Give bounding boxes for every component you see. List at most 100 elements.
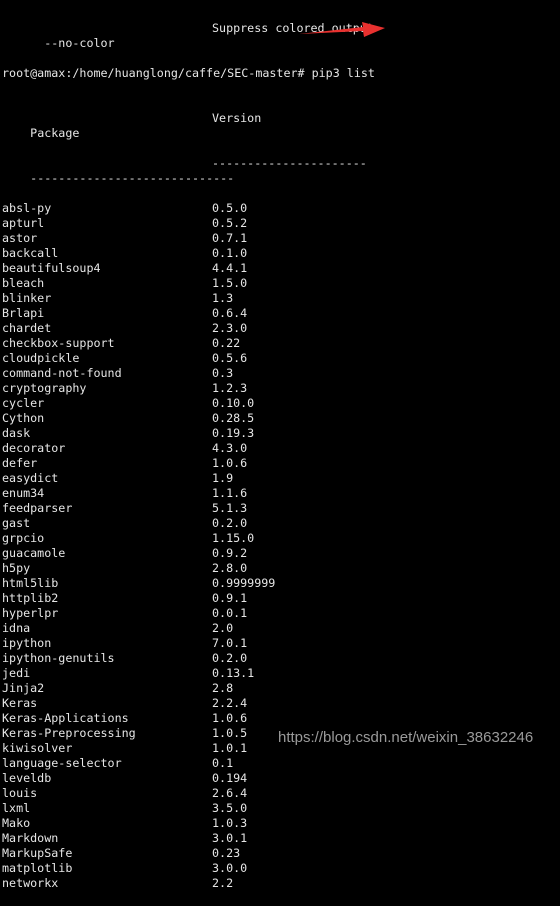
package-row: defer 1.0.6 (2, 456, 375, 471)
package-name: Keras (2, 696, 38, 710)
terminal-output[interactable]: --no-color Suppress colored output root@… (2, 0, 375, 906)
package-row: httplib2 0.9.1 (2, 591, 375, 606)
package-version: 1.0.3 (212, 816, 248, 830)
package-name: Jinja2 (2, 681, 45, 695)
package-row: dask 0.19.3 (2, 426, 375, 441)
package-row: feedparser 5.1.3 (2, 501, 375, 516)
separator-version: ---------------------- (212, 156, 367, 170)
package-name: astor (2, 231, 38, 245)
package-version: 0.23 (212, 846, 241, 860)
package-row: html5lib 0.9999999 (2, 576, 375, 591)
package-name: Mako (2, 816, 31, 830)
package-name: Brlapi (2, 306, 45, 320)
package-row: blinker 1.3 (2, 291, 375, 306)
package-name: chardet (2, 321, 52, 335)
package-name: Keras-Applications (2, 711, 129, 725)
package-version: 2.8 (212, 681, 234, 695)
package-row: Keras 2.2.4 (2, 696, 375, 711)
package-row: decorator 4.3.0 (2, 441, 375, 456)
package-row: Cython 0.28.5 (2, 411, 375, 426)
package-name: gast (2, 516, 31, 530)
package-name: easydict (2, 471, 59, 485)
package-row: h5py 2.8.0 (2, 561, 375, 576)
package-version: 3.0.1 (212, 831, 248, 845)
package-row: Jinja2 2.8 (2, 681, 375, 696)
package-row: gast 0.2.0 (2, 516, 375, 531)
package-name: httplib2 (2, 591, 59, 605)
package-row: MarkupSafe 0.23 (2, 846, 375, 861)
package-version: 0.22 (212, 336, 241, 350)
package-row: astor 0.7.1 (2, 231, 375, 246)
package-name: html5lib (2, 576, 59, 590)
package-version: 5.1.3 (212, 501, 248, 515)
package-name: enum34 (2, 486, 45, 500)
package-row: leveldb 0.194 (2, 771, 375, 786)
package-row: lxml 3.5.0 (2, 801, 375, 816)
package-version: 0.5.6 (212, 351, 248, 365)
package-row: Keras-Applications 1.0.6 (2, 711, 375, 726)
package-version: 0.9999999 (212, 576, 276, 590)
package-row: bleach 1.5.0 (2, 276, 375, 291)
package-row: absl-py 0.5.0 (2, 201, 375, 216)
package-name: blinker (2, 291, 52, 305)
package-version: 2.0 (212, 621, 234, 635)
package-row: Markdown 3.0.1 (2, 831, 375, 846)
package-list: absl-py 0.5.0 apturl 0.5.2 astor 0.7.1 backcal… (2, 201, 375, 891)
package-version: 2.2.4 (212, 696, 248, 710)
package-name: dask (2, 426, 31, 440)
package-name: Markdown (2, 831, 59, 845)
package-version: 0.19.3 (212, 426, 255, 440)
package-version: 2.3.0 (212, 321, 248, 335)
package-version: 1.15.0 (212, 531, 255, 545)
package-row: enum34 1.1.6 (2, 486, 375, 501)
package-name: kiwisolver (2, 741, 73, 755)
package-name: matplotlib (2, 861, 73, 875)
package-version: 1.0.6 (212, 456, 248, 470)
package-name: backcall (2, 246, 59, 260)
package-name: command-not-found (2, 366, 122, 380)
table-separator: ----------------------------- ----------… (2, 156, 375, 185)
package-row: language-selector 0.1 (2, 756, 375, 771)
package-name: ipython (2, 636, 52, 650)
package-name: checkbox-support (2, 336, 115, 350)
package-name: cloudpickle (2, 351, 80, 365)
package-name: language-selector (2, 756, 122, 770)
package-version: 0.7.1 (212, 231, 248, 245)
package-version: 0.9.1 (212, 591, 248, 605)
package-version: 0.3 (212, 366, 234, 380)
package-version: 7.0.1 (212, 636, 248, 650)
package-version: 1.1.6 (212, 486, 248, 500)
header-package: Package (30, 126, 80, 140)
package-version: 1.0.1 (212, 741, 248, 755)
package-row: checkbox-support 0.22 (2, 336, 375, 351)
package-row: easydict 1.9 (2, 471, 375, 486)
package-version: 4.3.0 (212, 441, 248, 455)
package-version: 0.9.2 (212, 546, 248, 560)
package-row: beautifulsoup4 4.4.1 (2, 261, 375, 276)
package-name: apturl (2, 216, 45, 230)
package-name: decorator (2, 441, 66, 455)
package-row: ipython 7.0.1 (2, 636, 375, 651)
package-version: 0.5.0 (212, 201, 248, 215)
package-version: 0.5.2 (212, 216, 248, 230)
package-name: cryptography (2, 381, 87, 395)
package-name: cycler (2, 396, 45, 410)
package-row: idna 2.0 (2, 621, 375, 636)
package-name: idna (2, 621, 31, 635)
package-version: 1.2.3 (212, 381, 248, 395)
package-version: 3.5.0 (212, 801, 248, 815)
package-name: h5py (2, 561, 31, 575)
command-prompt: root@amax:/home/huanglong/caffe/SEC-mast… (2, 66, 375, 80)
package-version: 0.10.0 (212, 396, 255, 410)
table-header: Package Version (2, 111, 375, 140)
package-name: hyperlpr (2, 606, 59, 620)
package-version: 0.1.0 (212, 246, 248, 260)
package-version: 1.0.5 (212, 726, 248, 740)
arrow-shape (299, 22, 385, 37)
package-row: jedi 0.13.1 (2, 666, 375, 681)
package-name: defer (2, 456, 38, 470)
package-version: 0.0.1 (212, 606, 248, 620)
package-version: 0.2.0 (212, 651, 248, 665)
package-version: 1.9 (212, 471, 234, 485)
package-version: 0.28.5 (212, 411, 255, 425)
